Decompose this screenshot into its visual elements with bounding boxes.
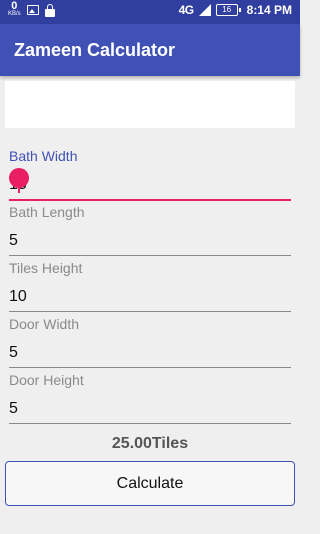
bath-width-label: Bath Width xyxy=(9,148,78,164)
clock: 8:14 PM xyxy=(246,3,292,17)
app-title: Zameen Calculator xyxy=(14,40,176,60)
door-height-input[interactable]: 5 xyxy=(9,398,291,420)
bath-width-input[interactable]: 15 xyxy=(9,174,291,196)
door-width-field[interactable]: Door Width 5 xyxy=(9,315,291,368)
data-speed-value: 0 xyxy=(11,0,18,12)
door-width-label: Door Width xyxy=(9,316,80,332)
image-notification-icon xyxy=(26,5,39,15)
bath-width-underline xyxy=(9,199,291,201)
banner-area xyxy=(5,81,295,128)
status-bar: 0 KB/s 4G 16 8:14 PM xyxy=(0,0,300,24)
signal-icon xyxy=(198,4,211,16)
app-bar: Zameen Calculator xyxy=(0,24,300,76)
bath-length-field[interactable]: Bath Length 5 xyxy=(9,203,291,256)
door-height-field[interactable]: Door Height 5 xyxy=(9,371,291,424)
door-width-underline xyxy=(9,367,291,368)
calculate-button[interactable]: Calculate xyxy=(5,461,295,506)
text-selection-handle[interactable] xyxy=(9,168,29,188)
tiles-height-field[interactable]: Tiles Height 10 xyxy=(9,259,291,312)
bath-width-field[interactable]: Bath Width 15 xyxy=(9,147,291,201)
battery-icon: 16 xyxy=(215,4,241,16)
data-speed-unit: KB/s xyxy=(8,11,21,17)
bath-length-underline xyxy=(9,255,291,256)
door-height-label: Door Height xyxy=(9,372,84,388)
tiles-height-underline xyxy=(9,311,291,312)
network-type: 4G xyxy=(178,3,195,17)
tiles-height-input[interactable]: 10 xyxy=(9,286,291,308)
result-text: 25.00Tiles xyxy=(111,435,189,452)
door-height-underline xyxy=(9,423,291,424)
data-speed-indicator: 0 KB/s xyxy=(8,0,21,18)
tiles-height-label: Tiles Height xyxy=(9,260,83,276)
door-width-input[interactable]: 5 xyxy=(9,342,291,364)
lock-icon xyxy=(44,3,55,17)
bath-length-input[interactable]: 5 xyxy=(9,230,291,252)
bath-length-label: Bath Length xyxy=(9,204,85,220)
